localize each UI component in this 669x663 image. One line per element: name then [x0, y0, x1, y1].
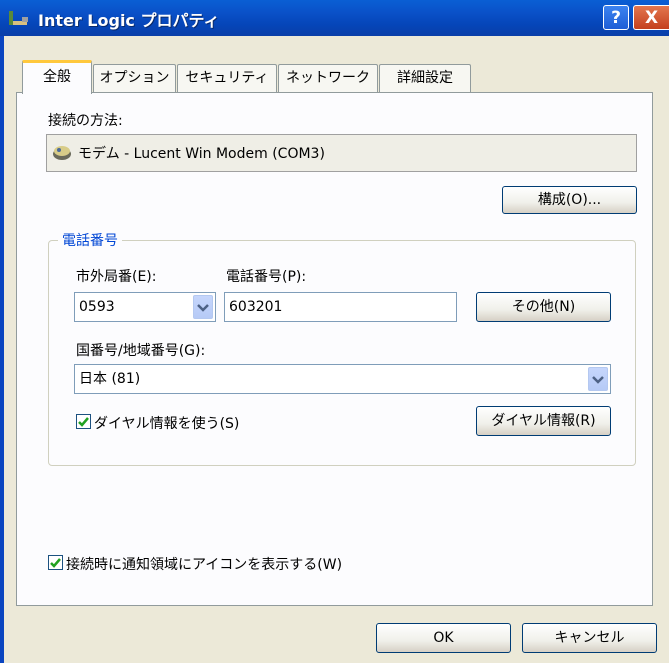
modem-icon — [53, 146, 71, 160]
close-button[interactable]: X — [633, 5, 669, 30]
other-button[interactable]: その他(N) — [476, 292, 611, 322]
ok-button[interactable]: OK — [376, 623, 511, 653]
tab-advanced[interactable]: 詳細設定 — [379, 64, 471, 92]
window-frame — [0, 36, 4, 663]
phone-number-group-title: 電話番号 — [58, 230, 122, 250]
phone-number-input[interactable]: 603201 — [224, 292, 457, 322]
tab-general[interactable]: 全般 — [22, 60, 92, 94]
use-dialing-rules-label[interactable]: ダイヤル情報を使う(S) — [94, 413, 239, 433]
tab-options[interactable]: オプション — [93, 64, 176, 92]
tab-networking[interactable]: ネットワーク — [278, 64, 378, 92]
show-notify-icon-checkbox[interactable] — [48, 555, 63, 570]
show-notify-icon-label[interactable]: 接続時に通知領域にアイコンを表示する(W) — [66, 554, 342, 574]
connect-using-label: 接続の方法: — [48, 113, 123, 129]
configure-button[interactable]: 構成(O)... — [502, 186, 637, 214]
chevron-down-icon — [592, 376, 604, 384]
country-code-label: 国番号/地域番号(G): — [76, 343, 206, 359]
area-code-value: 0593 — [79, 299, 115, 315]
dialing-rules-button[interactable]: ダイヤル情報(R) — [476, 406, 611, 436]
area-code-dropdown-button[interactable] — [193, 295, 213, 319]
device-name: モデム - Lucent Win Modem (COM3) — [78, 146, 325, 162]
use-dialing-rules-checkbox[interactable] — [76, 414, 91, 429]
tab-security[interactable]: セキュリティ — [177, 64, 277, 92]
window-title: Inter Logic プロパティ — [38, 11, 220, 30]
phone-number-value: 603201 — [229, 299, 283, 315]
phone-number-label: 電話番号(P): — [226, 269, 307, 285]
chevron-down-icon — [197, 304, 209, 312]
country-code-dropdown-button[interactable] — [588, 367, 608, 391]
network-connection-icon — [9, 11, 28, 25]
country-code-value: 日本 (81) — [79, 371, 141, 387]
country-code-combobox[interactable]: 日本 (81) — [74, 364, 611, 394]
cancel-button[interactable]: キャンセル — [522, 623, 657, 653]
help-button[interactable]: ? — [603, 5, 629, 30]
checkmark-icon — [50, 558, 61, 568]
checkmark-icon — [78, 417, 89, 427]
area-code-label: 市外局番(E): — [76, 269, 157, 285]
